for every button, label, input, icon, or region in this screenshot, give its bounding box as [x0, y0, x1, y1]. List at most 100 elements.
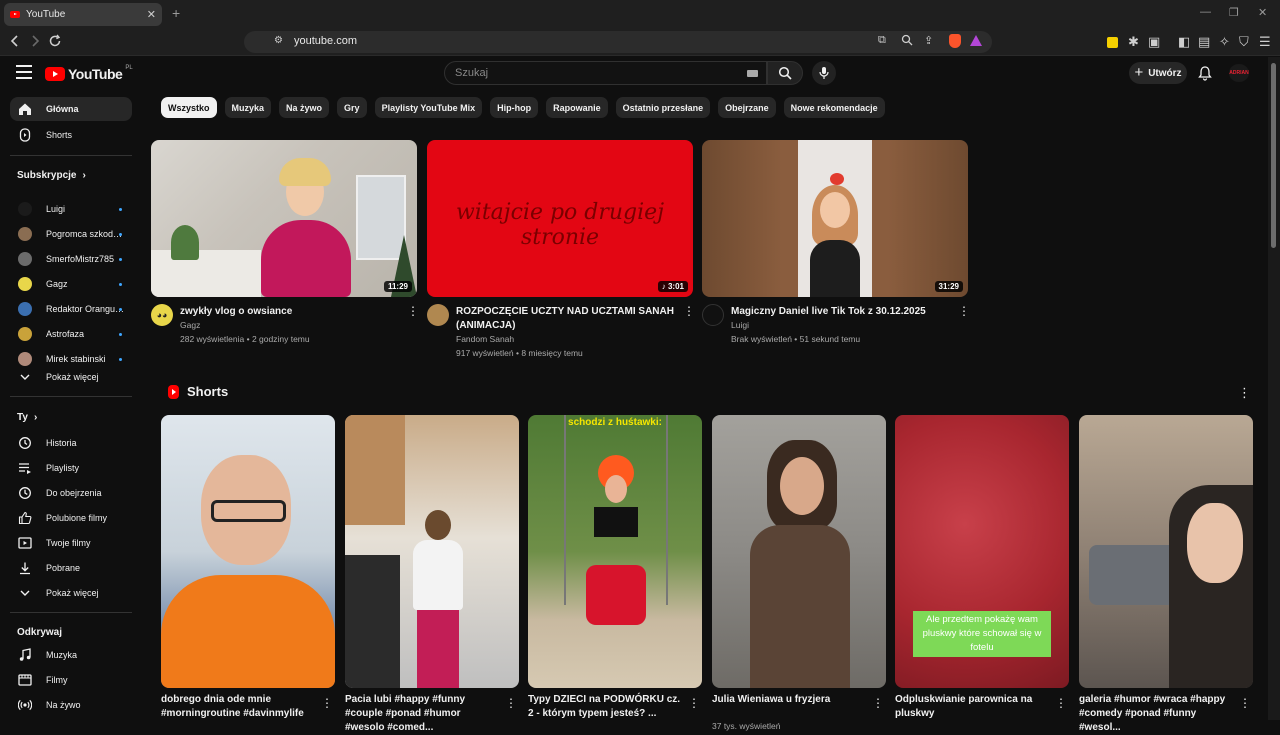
show-more-you[interactable]: Pokaż więcej	[10, 581, 132, 605]
extensions-puzzle-icon[interactable]: ✱	[1128, 34, 1139, 50]
extension-box-icon[interactable]: ▣	[1148, 34, 1160, 50]
filter-chip[interactable]: Na żywo	[279, 97, 330, 118]
channel-avatar[interactable]	[702, 304, 724, 326]
new-tab-icon[interactable]: +	[172, 5, 180, 21]
you-heading[interactable]: Ty ›	[17, 412, 37, 423]
minimize-icon[interactable]: —	[1200, 6, 1211, 18]
more-options-icon[interactable]: ⋮	[321, 696, 333, 710]
show-more-subscriptions[interactable]: Pokaż więcej	[10, 365, 132, 389]
short-card[interactable]: Julia Wieniawa u fryzjera ⋮ 37 tys. wyśw…	[712, 415, 886, 731]
sidebar-toggle-icon[interactable]: ◧	[1178, 34, 1190, 50]
short-title[interactable]: dobrego dnia ode mnie #morningroutine #d…	[161, 693, 316, 721]
video-title[interactable]: ROZPOCZĘCIE UCZTY NAD UCZTAMI SANAH (ANI…	[456, 305, 676, 333]
short-thumbnail[interactable]: schodzi z huśtawki:	[528, 415, 702, 688]
more-options-icon[interactable]: ⋮	[407, 305, 419, 317]
video-thumbnail[interactable]: witajcie po drugiej stronie ♪ 3:01	[427, 140, 693, 297]
more-options-icon[interactable]: ⋮	[872, 696, 884, 710]
search-button[interactable]	[767, 61, 803, 85]
filter-chip[interactable]: Hip-hop	[490, 97, 539, 118]
hamburger-menu-icon[interactable]	[16, 65, 32, 79]
filter-chip[interactable]: Nowe rekomendacje	[783, 97, 885, 118]
sidebar-item-home[interactable]: Główna	[10, 97, 132, 121]
filter-chip[interactable]: Muzyka	[224, 97, 272, 118]
filter-chip[interactable]: Gry	[337, 97, 367, 118]
filter-chip[interactable]: Playlisty YouTube Mix	[374, 97, 483, 118]
sidebar-item-film[interactable]: Filmy	[10, 668, 132, 692]
search-input[interactable]: Szukaj	[444, 61, 767, 85]
sidebar-subscription-item[interactable]: Gagz	[10, 272, 132, 296]
leo-ai-icon[interactable]: ✧	[1219, 34, 1230, 50]
sidebar-item-live[interactable]: Na żywo	[10, 693, 132, 717]
short-title[interactable]: Pacia lubi #happy #funny #couple #ponad …	[345, 693, 500, 735]
video-card[interactable]: witajcie po drugiej stronie ♪ 3:01 ROZPO…	[427, 140, 695, 364]
video-card[interactable]: 31:29 Magiczny Daniel live Tik Tok z 30.…	[702, 140, 970, 364]
short-card[interactable]: schodzi z huśtawki: Typy DZIECI na PODWÓ…	[528, 415, 702, 719]
filter-chip[interactable]: Ostatnio przesłane	[615, 97, 711, 118]
subscriptions-heading[interactable]: Subskrypcje ›	[17, 170, 86, 181]
short-card[interactable]: Pacia lubi #happy #funny #couple #ponad …	[345, 415, 519, 733]
short-card[interactable]: dobrego dnia ode mnie #morningroutine #d…	[161, 415, 335, 719]
short-title[interactable]: Odpluskwianie parownica na pluskwy	[895, 693, 1050, 721]
channel-name[interactable]: Gagz	[180, 320, 200, 330]
sidebar-item-music[interactable]: Muzyka	[10, 643, 132, 667]
scrollbar-thumb[interactable]	[1271, 63, 1276, 248]
youtube-logo[interactable]: YouTube PL	[45, 65, 133, 82]
more-options-icon[interactable]: ⋮	[505, 696, 517, 710]
keyboard-icon[interactable]	[747, 70, 758, 77]
open-in-app-icon[interactable]: ⧉	[878, 34, 886, 47]
video-thumbnail[interactable]: 11:29	[151, 140, 417, 297]
filter-chip[interactable]: Rapowanie	[546, 97, 608, 118]
short-title[interactable]: Typy DZIECI na PODWÓRKU cz. 2 - którym t…	[528, 693, 683, 721]
filter-chip[interactable]: Wszystko	[161, 97, 217, 118]
more-options-icon[interactable]: ⋮	[683, 305, 695, 317]
short-title[interactable]: galeria #humor #wraca #happy #comedy #po…	[1079, 693, 1234, 735]
reload-icon[interactable]	[48, 34, 62, 48]
restore-icon[interactable]: ❐	[1229, 6, 1239, 19]
sidebar-item-your-videos[interactable]: Twoje filmy	[10, 531, 132, 555]
forward-icon[interactable]	[29, 34, 41, 48]
zoom-icon[interactable]	[901, 34, 913, 46]
back-icon[interactable]	[9, 34, 21, 48]
sidebar-item-download[interactable]: Pobrane	[10, 556, 132, 580]
short-thumbnail[interactable]	[1079, 415, 1253, 688]
video-card[interactable]: 11:29 ◕◕ zwykły vlog o owsiance Gagz 282…	[151, 140, 419, 364]
shorts-more-options-icon[interactable]: ⋮	[1238, 385, 1251, 401]
notifications-bell-icon[interactable]	[1198, 65, 1212, 81]
video-title[interactable]: Magiczny Daniel live Tik Tok z 30.12.202…	[731, 305, 951, 319]
close-tab-icon[interactable]: ✕	[147, 8, 156, 21]
vpn-shield-icon[interactable]: ⛉	[1239, 34, 1249, 50]
more-options-icon[interactable]: ⋮	[1239, 696, 1251, 710]
extension-icon[interactable]	[1107, 37, 1118, 48]
voice-search-button[interactable]	[812, 61, 836, 85]
channel-name[interactable]: Fandom Sanah	[456, 334, 514, 344]
brave-rewards-icon[interactable]	[970, 35, 982, 46]
sidebar-subscription-item[interactable]: Redaktor Orangutan	[10, 297, 132, 321]
sidebar-item-thumbs-up[interactable]: Polubione filmy	[10, 506, 132, 530]
short-thumbnail[interactable]	[345, 415, 519, 688]
create-button[interactable]: + Utwórz	[1129, 62, 1187, 84]
short-card[interactable]: Ale przedtem pokażę wam pluskwy które sc…	[895, 415, 1069, 719]
short-thumbnail[interactable]	[161, 415, 335, 688]
close-window-icon[interactable]: ✕	[1258, 6, 1267, 19]
video-title[interactable]: zwykły vlog o owsiance	[180, 305, 400, 319]
wallet-icon[interactable]: ▤	[1198, 34, 1210, 50]
brave-shields-icon[interactable]	[949, 34, 961, 48]
address-bar[interactable]: ⚙ youtube.com ⧉ ⇪	[244, 31, 992, 53]
site-settings-icon[interactable]: ⚙	[274, 35, 283, 46]
share-icon[interactable]: ⇪	[924, 34, 933, 47]
sidebar-subscription-item[interactable]: Luigi	[10, 197, 132, 221]
sidebar-item-clock[interactable]: Do obejrzenia	[10, 481, 132, 505]
account-avatar[interactable]: ADRIAN	[1229, 64, 1249, 82]
channel-name[interactable]: Luigi	[731, 320, 749, 330]
more-options-icon[interactable]: ⋮	[688, 696, 700, 710]
short-thumbnail[interactable]: Ale przedtem pokażę wam pluskwy które sc…	[895, 415, 1069, 688]
more-options-icon[interactable]: ⋮	[1055, 696, 1067, 710]
filter-chip[interactable]: Obejrzane	[718, 97, 776, 118]
sidebar-subscription-item[interactable]: SmerfoMistrz785	[10, 247, 132, 271]
sidebar-item-shorts[interactable]: Shorts	[10, 123, 132, 147]
browser-tab[interactable]: YouTube ✕	[4, 3, 162, 26]
page-scrollbar[interactable]	[1268, 57, 1280, 720]
more-options-icon[interactable]: ⋮	[958, 305, 970, 317]
sidebar-item-history[interactable]: Historia	[10, 431, 132, 455]
short-thumbnail[interactable]	[712, 415, 886, 688]
